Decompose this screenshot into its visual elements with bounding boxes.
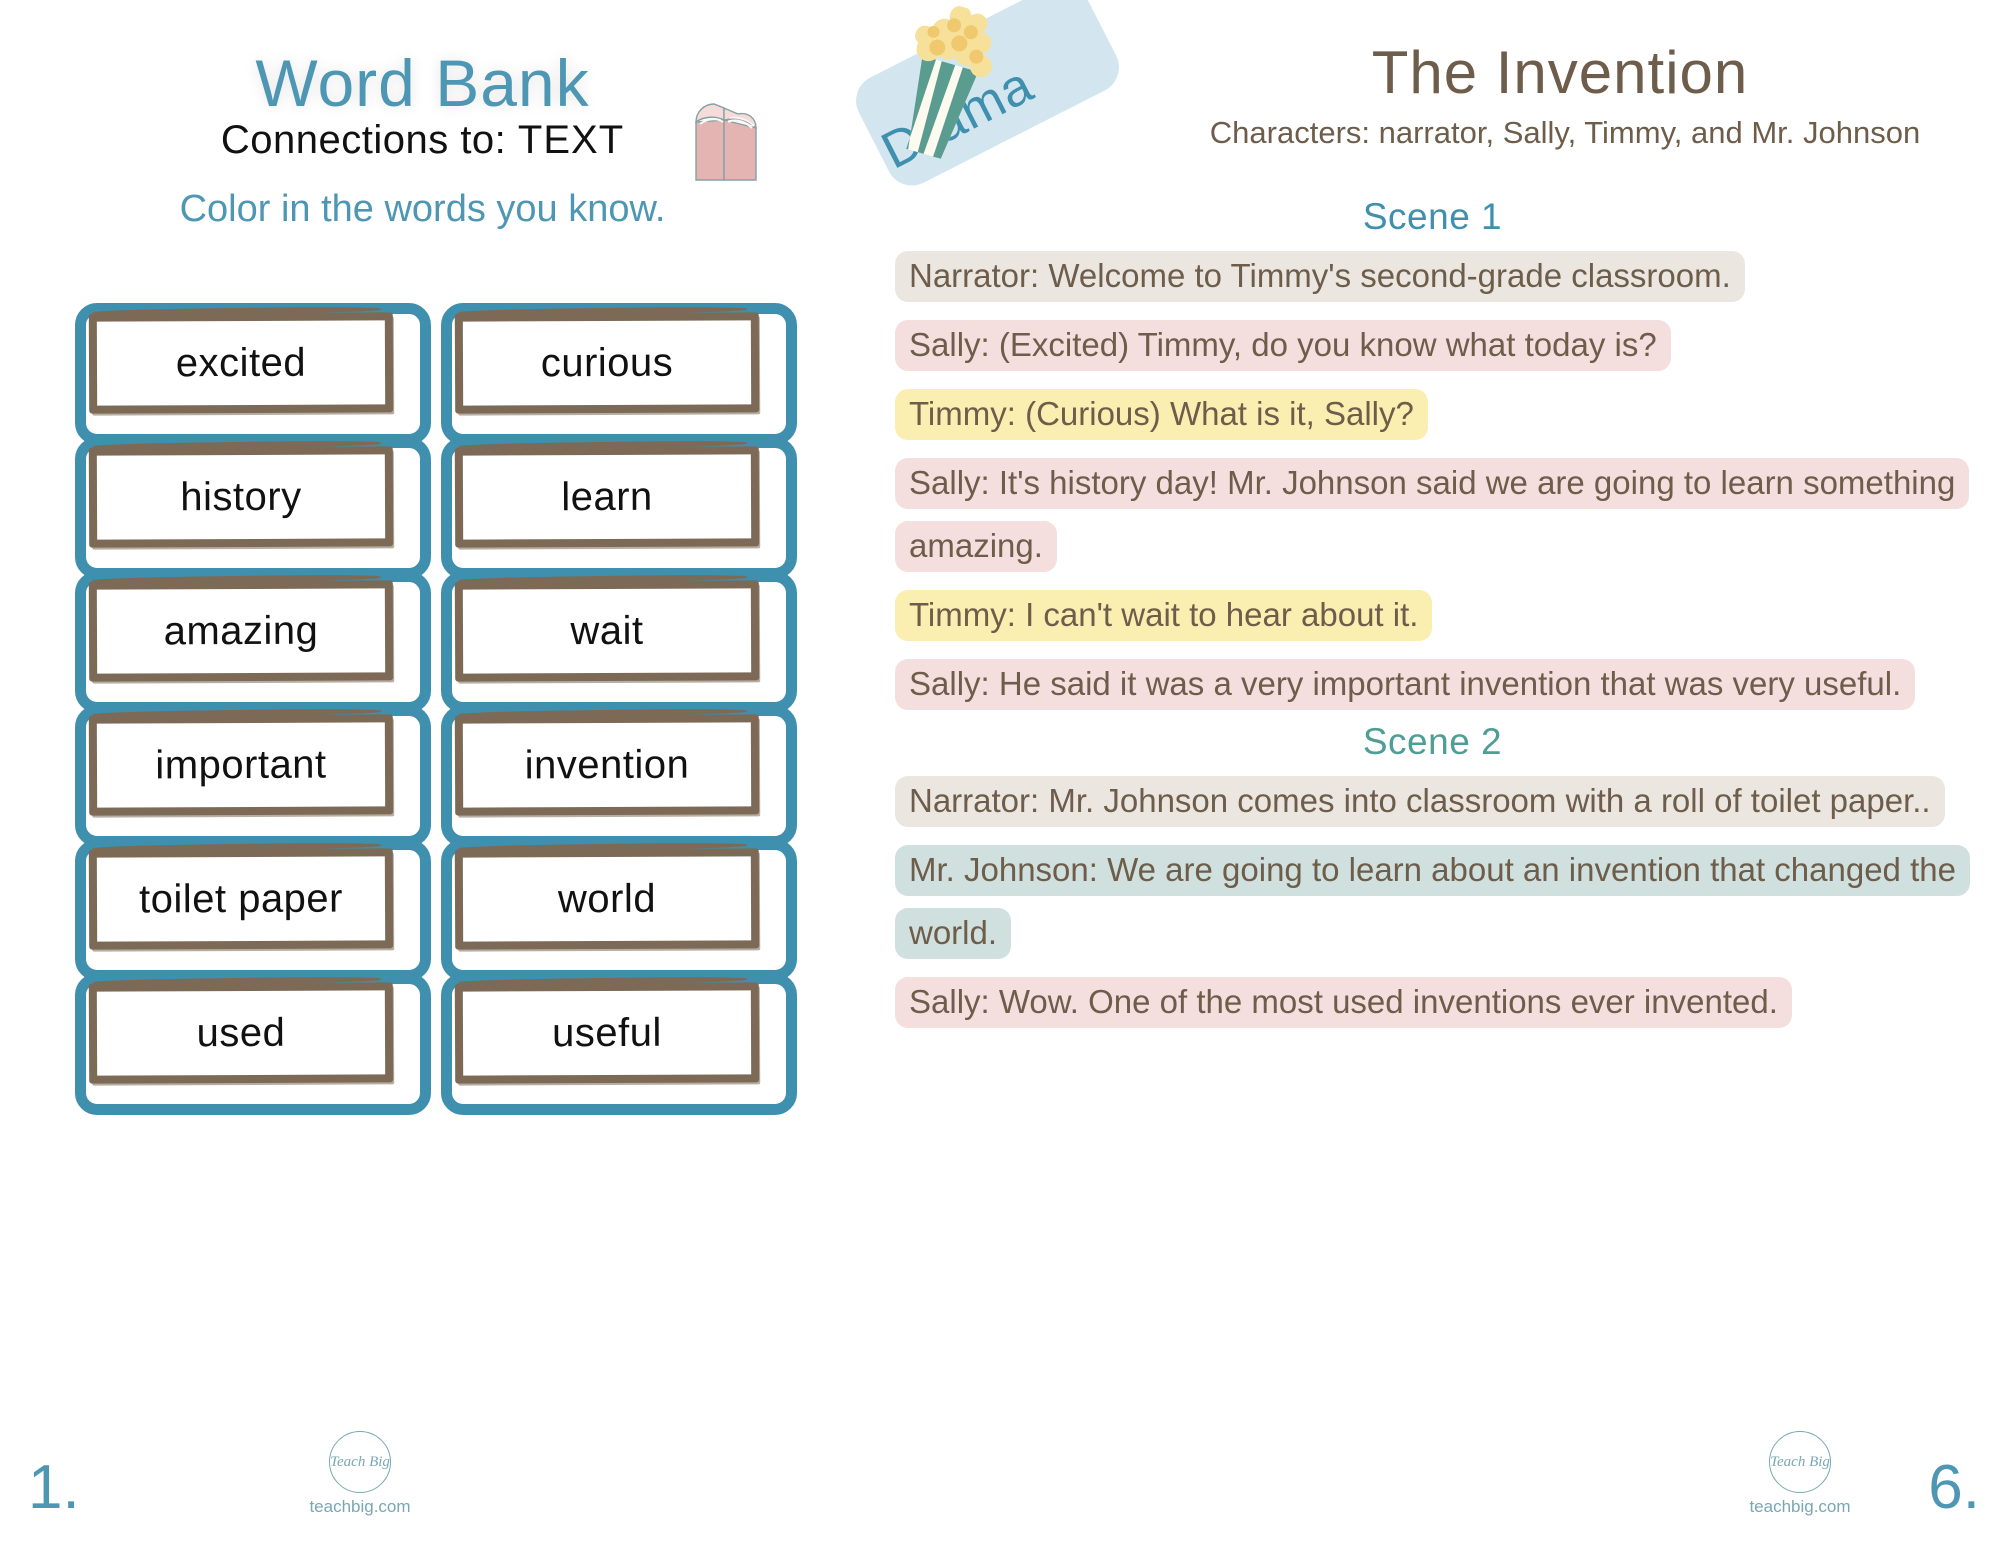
word-bank-page: Word Bank Connections to: TEXT Color in … <box>0 0 845 1545</box>
teach-big-logo-icon: Teach Big <box>1769 1431 1831 1493</box>
page-number-right: 6. <box>1928 1453 1980 1522</box>
word-label: useful <box>552 1010 662 1055</box>
word-card[interactable]: excited <box>75 295 431 445</box>
script-line-text: Sally: Wow. One of the most used inventi… <box>895 977 1792 1028</box>
script-line-text: Timmy: (Curious) What is it, Sally? <box>895 389 1428 440</box>
subtitle-target: TEXT <box>517 118 625 162</box>
word-card[interactable]: important <box>75 697 431 847</box>
brand-url: teachbig.com <box>309 1497 411 1516</box>
instruction-text: Color in the words you know. <box>179 188 666 230</box>
script-line: Mr. Johnson: We are going to learn about… <box>895 838 1970 964</box>
characters-list: Characters: narrator, Sally, Timmy, and … <box>1209 115 1921 150</box>
script-line: Timmy: I can't wait to hear about it. <box>895 583 1970 646</box>
script-line-text: Narrator: Welcome to Timmy's second-grad… <box>895 251 1745 302</box>
word-label: invention <box>524 742 690 787</box>
script-line: Sally: (Excited) Timmy, do you know what… <box>895 313 1970 376</box>
word-card[interactable]: curious <box>441 295 797 445</box>
script-line-text: Sally: He said it was a very important i… <box>895 659 1916 710</box>
brand-url: teachbig.com <box>1749 1497 1851 1516</box>
word-label: learn <box>561 474 653 519</box>
script-line-text: Sally: (Excited) Timmy, do you know what… <box>895 320 1671 371</box>
drama-script-page: Drama The Invention Characte <box>845 0 2000 1545</box>
script-body: Scene 1 Narrator: Welcome to Timmy's sec… <box>895 190 1970 1039</box>
word-card-grid: excited curious history learn amazing wa… <box>75 295 797 1115</box>
open-book-icon <box>690 94 762 186</box>
word-label: history <box>180 474 302 519</box>
story-title: The Invention <box>1371 39 1749 106</box>
word-label: important <box>155 742 327 787</box>
brand-footer-right: Teach Big teachbig.com <box>1740 1431 1860 1517</box>
word-label: used <box>196 1010 286 1055</box>
word-card[interactable]: useful <box>441 965 797 1115</box>
script-line: Sally: He said it was a very important i… <box>895 652 1970 715</box>
subtitle-prefix: Connections to: <box>220 118 507 162</box>
script-line-text: Timmy: I can't wait to hear about it. <box>895 590 1433 641</box>
word-label: amazing <box>163 608 319 653</box>
word-card[interactable]: used <box>75 965 431 1115</box>
word-card[interactable]: invention <box>441 697 797 847</box>
word-label: curious <box>540 340 674 385</box>
page-number-left: 1. <box>28 1453 80 1522</box>
script-line-text: Narrator: Mr. Johnson comes into classro… <box>895 776 1945 827</box>
word-label: wait <box>570 608 644 653</box>
brand-footer-left: Teach Big teachbig.com <box>300 1431 420 1517</box>
scene-heading-1: Scene 1 <box>1362 196 1503 237</box>
word-label: toilet paper <box>138 876 344 921</box>
scene-heading-2: Scene 2 <box>1362 721 1503 762</box>
teach-big-logo-icon: Teach Big <box>329 1431 391 1493</box>
script-line: Narrator: Mr. Johnson comes into classro… <box>895 769 1970 832</box>
script-line: Sally: It's history day! Mr. Johnson sai… <box>895 451 1970 577</box>
word-card[interactable]: history <box>75 429 431 579</box>
script-line-text: Sally: It's history day! Mr. Johnson sai… <box>895 458 1970 572</box>
word-label: world <box>557 876 657 921</box>
word-card[interactable]: learn <box>441 429 797 579</box>
word-card[interactable]: world <box>441 831 797 981</box>
script-line: Narrator: Welcome to Timmy's second-grad… <box>895 244 1970 307</box>
script-line: Timmy: (Curious) What is it, Sally? <box>895 382 1970 445</box>
word-card[interactable]: amazing <box>75 563 431 713</box>
script-line-text: Mr. Johnson: We are going to learn about… <box>895 845 1970 959</box>
word-label: excited <box>175 340 307 385</box>
word-card[interactable]: toilet paper <box>75 831 431 981</box>
word-card[interactable]: wait <box>441 563 797 713</box>
script-line: Sally: Wow. One of the most used inventi… <box>895 970 1970 1033</box>
